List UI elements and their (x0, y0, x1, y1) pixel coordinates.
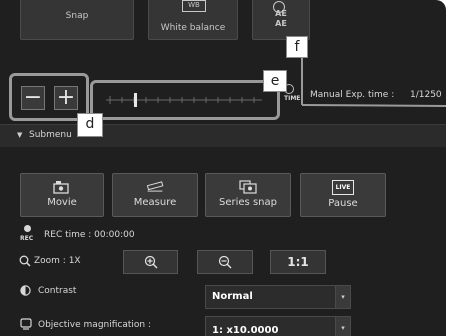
movie-label: Movie (47, 197, 77, 208)
submenu-label: Submenu (29, 130, 72, 140)
zoom-label: Zoom : 1X (34, 256, 81, 266)
pause-label: Pause (328, 198, 358, 209)
pause-button[interactable]: LIVE Pause (300, 173, 386, 217)
ruler-icon (146, 181, 164, 192)
movie-icon (53, 181, 69, 194)
objective-select[interactable]: 1: x10.0000 ▾ (205, 316, 351, 336)
live-icon: LIVE (332, 180, 354, 195)
zoom-in-icon (144, 255, 157, 269)
zoom-one-to-one-button[interactable]: 1:1 (270, 250, 326, 274)
contrast-select[interactable]: Normal ▾ (205, 285, 351, 309)
objective-value: 1: x10.0000 (212, 325, 279, 336)
measure-label: Measure (133, 197, 177, 208)
zoom-out-icon (218, 255, 232, 269)
objective-icon (20, 318, 32, 330)
callout-d: d (77, 113, 103, 137)
series-snap-label: Series snap (219, 197, 277, 208)
rec-time-label: REC time : 00:00:00 (44, 230, 135, 240)
objective-label: Objective magnification : (38, 320, 152, 330)
contrast-label: Contrast (38, 286, 77, 296)
series-snap-icon (239, 180, 257, 194)
rec-icon-text: REC (20, 235, 34, 242)
collapse-triangle-icon: ▼ (17, 131, 23, 139)
contrast-icon (20, 285, 31, 296)
camera-control-panel: Snap WB White balance AE AE − + TIME Man… (0, 0, 446, 336)
movie-button[interactable]: Movie (20, 173, 104, 217)
series-snap-button[interactable]: Series snap (205, 173, 291, 217)
zoom-in-button[interactable] (123, 250, 178, 274)
chevron-down-icon: ▾ (335, 286, 350, 308)
callout-e: e (263, 70, 287, 92)
measure-button[interactable]: Measure (112, 173, 198, 217)
submenu-bar[interactable]: ▼ Submenu (0, 124, 446, 147)
objective-chevron-down-icon: ▾ (335, 317, 350, 336)
contrast-value: Normal (212, 291, 253, 302)
callout-lines (301, 46, 446, 107)
search-icon (19, 255, 31, 267)
rec-icon (24, 225, 31, 232)
callout-f: f (286, 36, 308, 58)
zoom-out-button[interactable] (197, 250, 253, 274)
